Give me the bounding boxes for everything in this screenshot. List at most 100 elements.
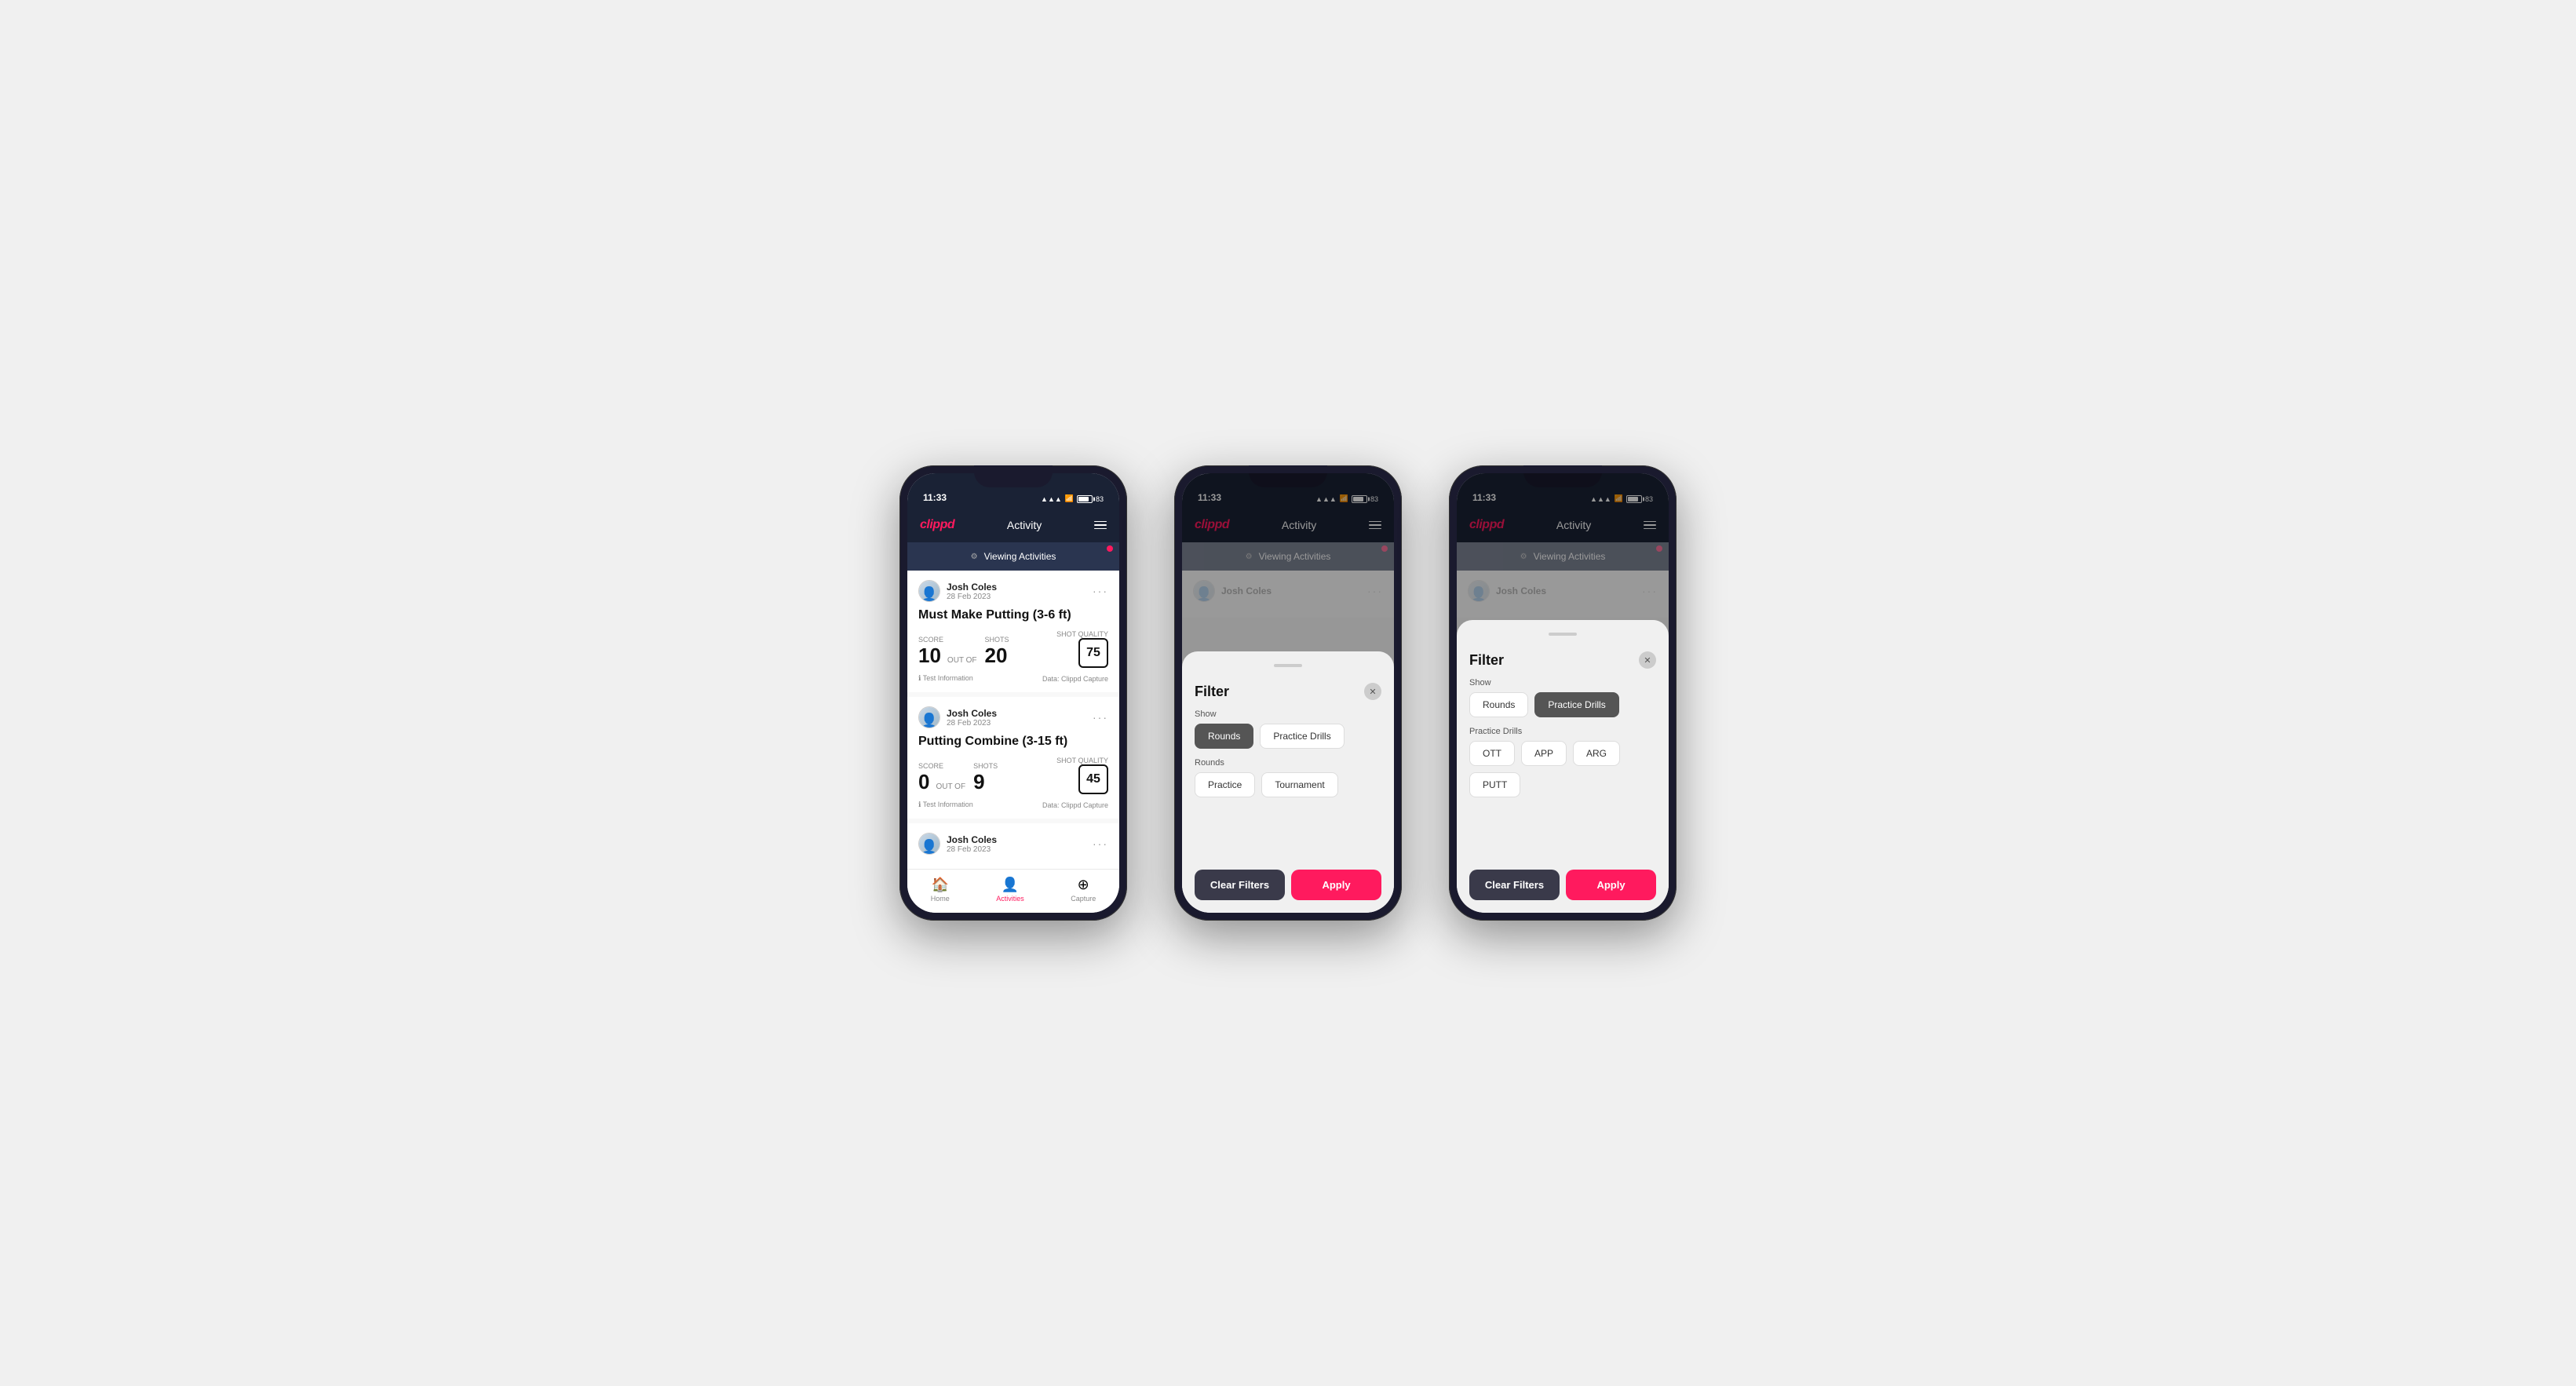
practice-drills-button-3[interactable]: Practice Drills xyxy=(1534,692,1618,717)
rounds-button-2[interactable]: Rounds xyxy=(1195,724,1253,749)
shot-quality-badge-2: 45 xyxy=(1078,764,1108,794)
filter-modal-2: Filter ✕ Show Rounds Practice Drills Rou… xyxy=(1182,651,1394,913)
filter-overlay-2: Filter ✕ Show Rounds Practice Drills Rou… xyxy=(1182,473,1394,913)
modal-actions-2: Clear Filters Apply xyxy=(1195,870,1381,900)
phone-inner-3: 11:33 ▲▲▲ 📶 83 clippd Activity xyxy=(1457,473,1669,913)
modal-title-3: Filter xyxy=(1469,652,1504,669)
home-icon: 🏠 xyxy=(932,877,949,893)
show-label-2: Show xyxy=(1195,709,1381,719)
clear-filters-button-2[interactable]: Clear Filters xyxy=(1195,870,1285,900)
close-button-3[interactable]: ✕ xyxy=(1639,651,1656,669)
stats-row-1: Score 10 OUT OF Shots 20 Shot Quality xyxy=(918,630,1108,668)
spacer-2 xyxy=(1195,807,1381,854)
putt-button-3[interactable]: PUTT xyxy=(1469,772,1520,797)
notification-dot xyxy=(1107,545,1113,552)
phone-inner-2: 11:33 ▲▲▲ 📶 83 clippd Activity xyxy=(1182,473,1394,913)
filter-settings-icon: ⚙ xyxy=(971,553,978,561)
status-icons: ▲▲▲ 📶 83 xyxy=(1041,494,1104,503)
more-options-1[interactable]: ··· xyxy=(1093,585,1108,597)
nav-activities[interactable]: 👤 Activities xyxy=(996,877,1024,903)
score-label-1: Score xyxy=(918,636,980,644)
card-footer-1: ℹ Test Information Data: Clippd Capture xyxy=(918,674,1108,683)
modal-title-2: Filter xyxy=(1195,684,1229,700)
scene: 11:33 ▲▲▲ 📶 83 clippd Activity xyxy=(852,418,1724,968)
phone-2: 11:33 ▲▲▲ 📶 83 clippd Activity xyxy=(1174,465,1402,921)
dimmed-bg-2 xyxy=(1182,473,1394,651)
ott-button-3[interactable]: OTT xyxy=(1469,741,1515,766)
capture-icon: ⊕ xyxy=(1078,877,1089,893)
show-buttons-3: Rounds Practice Drills xyxy=(1469,692,1656,717)
bottom-nav: 🏠 Home 👤 Activities ⊕ Capture xyxy=(907,869,1119,913)
app-button-3[interactable]: APP xyxy=(1521,741,1567,766)
viewing-activities-banner[interactable]: ⚙ Viewing Activities xyxy=(907,542,1119,571)
more-options-2[interactable]: ··· xyxy=(1093,711,1108,724)
shots-value-1: 20 xyxy=(985,644,1009,668)
user-info-2: 👤 Josh Coles 28 Feb 2023 xyxy=(918,706,997,728)
practice-button-2[interactable]: Practice xyxy=(1195,772,1255,797)
user-info-3: 👤 Josh Coles 28 Feb 2023 xyxy=(918,833,997,855)
tournament-button-2[interactable]: Tournament xyxy=(1261,772,1337,797)
user-date-1: 28 Feb 2023 xyxy=(947,593,997,601)
viewing-activities-text: Viewing Activities xyxy=(984,551,1056,562)
shots-label-1: Shots xyxy=(985,636,1009,644)
data-source-2: Data: Clippd Capture xyxy=(1042,801,1108,809)
activity-title-1: Must Make Putting (3-6 ft) xyxy=(918,608,1108,622)
rounds-button-3[interactable]: Rounds xyxy=(1469,692,1528,717)
battery-label: 83 xyxy=(1096,495,1104,503)
apply-button-2[interactable]: Apply xyxy=(1291,870,1381,900)
card-header-3: 👤 Josh Coles 28 Feb 2023 ··· xyxy=(918,833,1108,855)
more-options-3[interactable]: ··· xyxy=(1093,837,1108,850)
wifi-icon: 📶 xyxy=(1065,494,1074,503)
nav-capture[interactable]: ⊕ Capture xyxy=(1071,877,1096,903)
show-buttons-2: Rounds Practice Drills xyxy=(1195,724,1381,749)
apply-button-3[interactable]: Apply xyxy=(1566,870,1656,900)
nav-home[interactable]: 🏠 Home xyxy=(931,877,950,903)
modal-header-3: Filter ✕ xyxy=(1469,651,1656,669)
arg-button-3[interactable]: ARG xyxy=(1573,741,1620,766)
shot-quality-num-1: 75 xyxy=(1086,646,1100,660)
activity-card-2: 👤 Josh Coles 28 Feb 2023 ··· Putting Com… xyxy=(907,697,1119,823)
activity-title-2: Putting Combine (3-15 ft) xyxy=(918,735,1108,749)
hamburger-menu[interactable] xyxy=(1094,521,1107,530)
card-header-2: 👤 Josh Coles 28 Feb 2023 ··· xyxy=(918,706,1108,728)
user-name-1: Josh Coles xyxy=(947,582,997,593)
phone-1: 11:33 ▲▲▲ 📶 83 clippd Activity xyxy=(899,465,1127,921)
battery-icon xyxy=(1077,495,1093,503)
rounds-section-2: Rounds Practice Tournament xyxy=(1195,758,1381,797)
practice-drills-section-3: Practice Drills OTT APP ARG PUTT xyxy=(1469,727,1656,797)
test-info-2: ℹ Test Information xyxy=(918,801,973,809)
card-footer-2: ℹ Test Information Data: Clippd Capture xyxy=(918,801,1108,809)
show-section-3: Show Rounds Practice Drills xyxy=(1469,678,1656,717)
user-details-1: Josh Coles 28 Feb 2023 xyxy=(947,582,997,601)
modal-header-2: Filter ✕ xyxy=(1195,683,1381,700)
modal-actions-3: Clear Filters Apply xyxy=(1469,870,1656,900)
stats-row-2: Score 0 OUT OF Shots 9 Shot Quality xyxy=(918,757,1108,794)
sq-label-1: Shot Quality xyxy=(1056,630,1108,638)
user-info-1: 👤 Josh Coles 28 Feb 2023 xyxy=(918,580,997,602)
user-details-2: Josh Coles 28 Feb 2023 xyxy=(947,708,997,728)
dimmed-bg-3 xyxy=(1457,473,1669,620)
modal-handle-3 xyxy=(1549,633,1577,636)
activities-label: Activities xyxy=(996,895,1024,903)
avatar-2: 👤 xyxy=(918,706,940,728)
activities-icon: 👤 xyxy=(1002,877,1019,893)
test-info-1: ℹ Test Information xyxy=(918,674,973,683)
home-label: Home xyxy=(931,895,950,903)
capture-label: Capture xyxy=(1071,895,1096,903)
practice-drills-button-2[interactable]: Practice Drills xyxy=(1260,724,1344,749)
phone-notch xyxy=(974,465,1053,487)
show-section-2: Show Rounds Practice Drills xyxy=(1195,709,1381,749)
shot-quality-badge-1: 75 xyxy=(1078,638,1108,668)
close-button-2[interactable]: ✕ xyxy=(1364,683,1381,700)
spacer-3 xyxy=(1469,807,1656,854)
clear-filters-button-3[interactable]: Clear Filters xyxy=(1469,870,1560,900)
practice-drill-buttons-3: OTT APP ARG PUTT xyxy=(1469,741,1656,797)
activity-list: 👤 Josh Coles 28 Feb 2023 ··· Must Make P… xyxy=(907,571,1119,869)
data-source-1: Data: Clippd Capture xyxy=(1042,675,1108,683)
user-details-3: Josh Coles 28 Feb 2023 xyxy=(947,834,997,854)
modal-handle-2 xyxy=(1274,664,1302,667)
activity-card-1: 👤 Josh Coles 28 Feb 2023 ··· Must Make P… xyxy=(907,571,1119,697)
filter-overlay-3: Filter ✕ Show Rounds Practice Drills Pra… xyxy=(1457,473,1669,913)
score-label-2: Score xyxy=(918,762,969,770)
battery-fill xyxy=(1078,497,1089,502)
